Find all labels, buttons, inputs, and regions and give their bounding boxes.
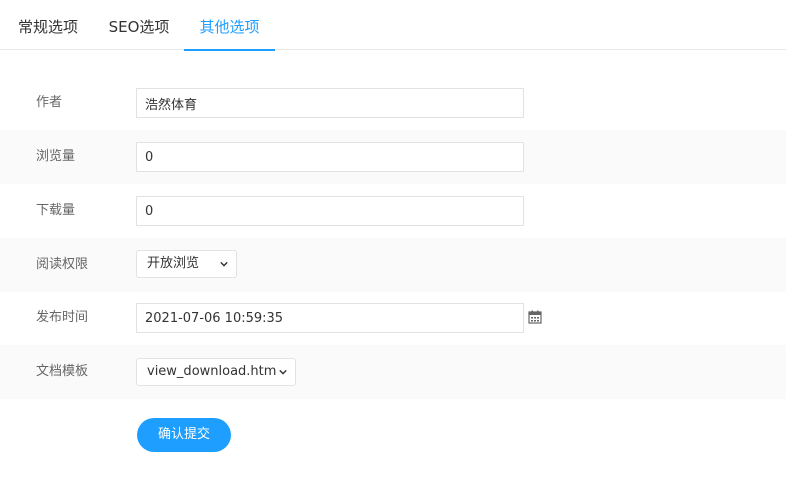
downloads-label: 下载量 (36, 203, 76, 218)
tab-label: SEO选项 (108, 18, 170, 36)
doc-template-select[interactable]: view_download.htm (136, 358, 296, 386)
confirm-submit-button[interactable]: 确认提交 (137, 418, 231, 452)
tab-general-options[interactable]: 常规选项 (10, 0, 86, 50)
views-label: 浏览量 (36, 149, 76, 164)
form-row-read-permission: 阅读权限 (0, 238, 786, 292)
tab-seo-options[interactable]: SEO选项 (100, 0, 178, 50)
read-permission-select[interactable]: 开放浏览 (136, 250, 237, 278)
chevron-down-icon (279, 369, 287, 375)
author-input[interactable] (136, 88, 524, 118)
read-permission-selected: 开放浏览 (147, 256, 200, 271)
doc-template-label: 文档模板 (36, 364, 89, 379)
downloads-input[interactable] (136, 196, 524, 226)
tab-bar: 常规选项 SEO选项 其他选项 (0, 0, 786, 51)
active-tab-indicator (184, 49, 275, 51)
calendar-icon[interactable] (528, 310, 542, 324)
doc-template-selected: view_download.htm (147, 364, 277, 379)
tab-other-options[interactable]: 其他选项 (184, 0, 275, 51)
chevron-down-icon (220, 261, 228, 267)
tab-label: 常规选项 (17, 18, 78, 36)
tab-label: 其他选项 (199, 18, 260, 36)
views-input[interactable] (136, 142, 524, 172)
read-permission-label: 阅读权限 (36, 257, 89, 272)
author-label: 作者 (36, 95, 63, 110)
publish-time-label: 发布时间 (36, 310, 89, 325)
publish-time-input[interactable] (136, 303, 524, 333)
form-row-doc-template: 文档模板 (0, 345, 786, 399)
